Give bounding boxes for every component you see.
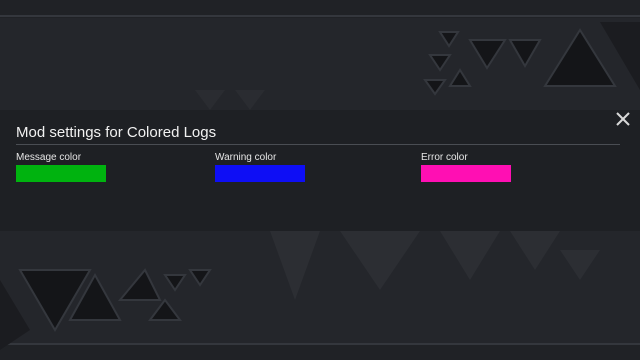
error-color-swatch[interactable] [421,165,511,182]
error-color-label: Error color [421,152,468,163]
dialog-title: Mod settings for Colored Logs [16,124,217,141]
title-divider [16,144,620,145]
close-button[interactable] [612,110,634,130]
warning-color-swatch[interactable] [215,165,305,182]
close-icon [616,112,630,126]
message-color-swatch[interactable] [16,165,106,182]
setting-warning-color: Warning color [215,152,305,182]
warning-color-label: Warning color [215,152,277,163]
mod-settings-dialog: Mod settings for Colored Logs Message co… [0,110,640,231]
message-color-label: Message color [16,152,82,163]
setting-error-color: Error color [421,152,511,182]
setting-message-color: Message color [16,152,106,182]
